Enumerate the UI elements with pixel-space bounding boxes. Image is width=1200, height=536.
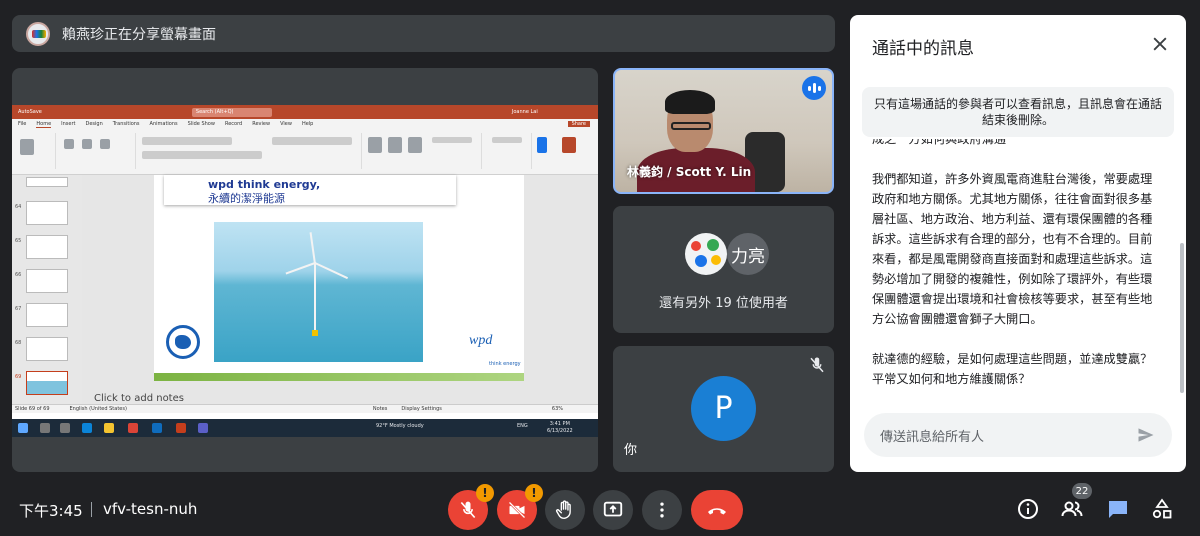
close-icon[interactable] bbox=[1150, 34, 1170, 54]
send-icon[interactable] bbox=[1136, 425, 1156, 445]
presenter-banner-text: 賴燕珍正在分享螢幕畫面 bbox=[62, 26, 216, 43]
camera-off-icon bbox=[508, 501, 526, 519]
slide-thumbnail: 64 bbox=[15, 201, 68, 225]
self-video-tile[interactable]: P 你 bbox=[613, 346, 834, 472]
slide-thumbnail: 67 bbox=[15, 303, 68, 327]
self-label: 你 bbox=[624, 443, 638, 458]
chat-message-clipped: 成之一方如何與政府溝通 bbox=[872, 139, 1007, 146]
people-icon[interactable] bbox=[1060, 497, 1084, 521]
bottom-control-bar: 下午3:45 vfv-tesn-nuh ! ! 22 bbox=[0, 482, 1200, 536]
participant-avatar-initials: 力亮 bbox=[727, 233, 769, 275]
slide-title-line-2: 永續的潔淨能源 bbox=[208, 192, 285, 205]
hand-icon bbox=[555, 500, 571, 519]
ppt-menubar: File Home Insert Design Transitions Anim… bbox=[12, 119, 598, 129]
slide-thumbnail: 66 bbox=[15, 269, 68, 293]
ppt-tab: Review bbox=[252, 121, 271, 127]
mic-warning-badge: ! bbox=[476, 484, 494, 502]
taskbar-lang: ENG bbox=[517, 423, 528, 429]
other-participants-tile[interactable]: 力亮 還有另外 19 位使用者 bbox=[613, 206, 834, 333]
more-options-button[interactable] bbox=[642, 490, 682, 530]
taskbar-clock: 3:41 PM 6/13/2022 bbox=[547, 421, 573, 434]
presenter-avatar bbox=[26, 21, 50, 46]
globe-logo-icon bbox=[166, 325, 200, 359]
presenter-banner: 賴燕珍正在分享螢幕畫面 bbox=[12, 15, 835, 52]
activities-icon[interactable] bbox=[1150, 497, 1174, 521]
ppt-autosave: AutoSave bbox=[18, 109, 42, 115]
ppt-tab: Slide Show bbox=[187, 121, 215, 127]
slide-canvas: wpd think energy, 永續的潔淨能源 wpd think ener… bbox=[82, 175, 598, 411]
ppt-ribbon bbox=[12, 129, 598, 175]
chat-messages: 成之一方如何與政府溝通 我們都知道，許多外資風電商進駐台灣後，常要處理政府和地方… bbox=[872, 139, 1162, 394]
ppt-statusbar: Slide 69 of 69 English (United States) N… bbox=[12, 404, 598, 413]
ppt-tab: View bbox=[280, 121, 292, 127]
ppt-tab: Record bbox=[224, 121, 243, 127]
ppt-tab: Design bbox=[85, 121, 103, 127]
current-slide: wpd think energy, 永續的潔淨能源 wpd think ener… bbox=[154, 175, 524, 381]
chat-icon[interactable] bbox=[1106, 497, 1130, 521]
participants-count-badge: 22 bbox=[1072, 483, 1092, 499]
slide-thumbnail-pane: 64 65 66 67 68 69 bbox=[12, 175, 82, 411]
mic-off-icon bbox=[460, 501, 476, 519]
more-vertical-icon bbox=[660, 502, 664, 518]
camera-warning-badge: ! bbox=[525, 484, 543, 502]
divider bbox=[91, 502, 92, 517]
chat-panel: 通話中的訊息 只有這場通話的參與者可以查看訊息，且訊息會在通話結束後刪除。 成之… bbox=[850, 15, 1186, 472]
ppt-tab: Transitions bbox=[112, 121, 140, 127]
chat-input[interactable]: 傳送訊息給所有人 bbox=[864, 413, 1172, 457]
notes-placeholder: Click to add notes bbox=[94, 393, 184, 404]
chat-notice: 只有這場通話的參與者可以查看訊息，且訊息會在通話結束後刪除。 bbox=[862, 87, 1174, 137]
status-zoom: 63% bbox=[551, 406, 564, 412]
speaker-name: 林義鈞 / Scott Y. Lin bbox=[627, 165, 752, 179]
ppt-tab: Help bbox=[301, 121, 314, 127]
meeting-code: vfv-tesn-nuh bbox=[103, 500, 198, 518]
chat-input-placeholder: 傳送訊息給所有人 bbox=[880, 429, 985, 445]
slide-thumbnail bbox=[26, 177, 68, 187]
meeting-clock: 下午3:45 bbox=[19, 502, 83, 520]
speaker-video-tile[interactable]: 林義鈞 / Scott Y. Lin bbox=[613, 68, 834, 194]
ppt-share-button: Share bbox=[567, 121, 590, 127]
camera-toggle-button[interactable]: ! bbox=[497, 484, 543, 530]
wpd-logo: wpd bbox=[469, 333, 493, 348]
present-icon bbox=[603, 501, 623, 517]
chat-scrollbar[interactable] bbox=[1180, 243, 1184, 393]
wind-turbine-photo bbox=[214, 222, 423, 362]
hang-up-icon bbox=[708, 508, 726, 515]
mic-toggle-button[interactable]: ! bbox=[448, 484, 494, 530]
slide-thumbnail-selected: 69 bbox=[15, 371, 68, 395]
slide-counter: Slide 69 of 69 bbox=[15, 406, 50, 412]
chat-title: 通話中的訊息 bbox=[872, 39, 974, 59]
participant-avatar bbox=[685, 233, 727, 275]
speaking-indicator-icon bbox=[802, 76, 826, 100]
chat-message: 就達德的經驗，是如何處理這些問題，並達成雙贏？平常又如何和地方維護關係？ bbox=[872, 352, 1153, 386]
slide-thumbnail: 65 bbox=[15, 235, 68, 259]
ppt-user: Joanne Lai bbox=[511, 109, 538, 115]
info-icon[interactable] bbox=[1016, 497, 1040, 521]
status-display-settings: Display Settings bbox=[401, 406, 442, 412]
screen-share-tile[interactable]: AutoSave Search (Alt+Q) Joanne Lai File … bbox=[12, 68, 598, 472]
leave-call-button[interactable] bbox=[691, 490, 743, 530]
chat-message: 我們都知道，許多外資風電商進駐台灣後，常要處理政府和地方關係。尤其地方關係，往往… bbox=[872, 172, 1153, 326]
taskbar-weather: 92°F Mostly cloudy bbox=[376, 423, 424, 429]
ppt-titlebar: AutoSave Search (Alt+Q) Joanne Lai bbox=[12, 105, 598, 119]
windows-taskbar: 92°F Mostly cloudy ENG 3:41 PM 6/13/2022 bbox=[12, 419, 598, 437]
ppt-tab-active: Home bbox=[36, 120, 52, 128]
ppt-tab: Animations bbox=[149, 121, 178, 127]
slide-header: wpd think energy, 永續的潔淨能源 bbox=[164, 175, 456, 205]
mic-off-icon bbox=[810, 357, 824, 373]
slide-thumbnail: 68 bbox=[15, 337, 68, 361]
status-language: English (United States) bbox=[69, 406, 127, 412]
ppt-tab: Insert bbox=[61, 121, 76, 127]
others-count-text: 還有另外 19 位使用者 bbox=[659, 296, 788, 311]
present-screen-button[interactable] bbox=[593, 490, 633, 530]
self-avatar: P bbox=[691, 376, 756, 441]
raise-hand-button[interactable] bbox=[545, 490, 585, 530]
ppt-tab: File bbox=[18, 121, 27, 127]
shared-powerpoint-window: AutoSave Search (Alt+Q) Joanne Lai File … bbox=[12, 105, 598, 431]
slide-footer-bar bbox=[154, 373, 524, 381]
ppt-search-box: Search (Alt+Q) bbox=[191, 107, 272, 117]
status-notes: Notes bbox=[372, 406, 388, 412]
wpd-tagline: think energy bbox=[489, 361, 521, 367]
